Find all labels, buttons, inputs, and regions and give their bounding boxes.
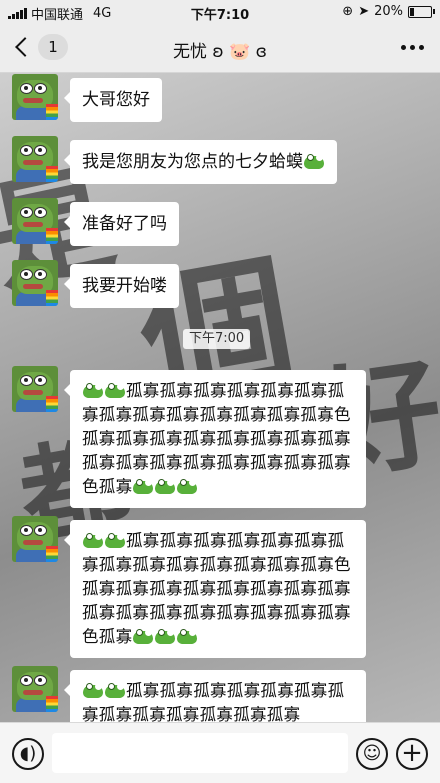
- frog-emoji-icon: [105, 532, 125, 548]
- message-bubble[interactable]: 孤寡孤寡孤寡孤寡孤寡孤寡孤寡孤寡孤寡孤寡孤寡孤寡孤寡孤寡色孤寡孤寡孤寡孤寡孤寡孤…: [64, 370, 366, 508]
- avatar[interactable]: [12, 198, 58, 244]
- battery-percent: 20%: [374, 4, 403, 19]
- avatar[interactable]: [12, 516, 58, 562]
- frog-emoji-icon: [177, 478, 198, 494]
- message-bubble[interactable]: 我要开始喽: [64, 264, 179, 308]
- chat-title: 无忧 ʚ 🐷 ɞ: [173, 42, 267, 62]
- frog-emoji-icon: [304, 153, 324, 169]
- avatar[interactable]: [12, 136, 58, 182]
- frog-emoji-icon: [133, 478, 154, 494]
- avatar[interactable]: [12, 366, 58, 412]
- avatar[interactable]: [12, 260, 58, 306]
- location-icon: ➤: [358, 4, 370, 19]
- voice-icon[interactable]: ◖): [12, 738, 44, 770]
- message-bubble[interactable]: 我是您朋友为您点的七夕蛤蟆: [64, 140, 337, 184]
- avatar[interactable]: [12, 666, 58, 712]
- message-input[interactable]: [52, 733, 348, 773]
- avatar[interactable]: [12, 74, 58, 120]
- frog-emoji-icon: [105, 682, 125, 698]
- smiley-icon[interactable]: ☺: [356, 738, 388, 770]
- status-bar: 中国联通 4G 下午7:10 ⊕ ➤ 20%: [0, 0, 440, 24]
- frog-emoji-icon: [83, 682, 103, 698]
- chat-header: 1 无忧 ʚ 🐷 ɞ: [0, 24, 440, 73]
- message-bubble[interactable]: 孤寡孤寡孤寡孤寡孤寡孤寡孤寡孤寡孤寡孤寡孤寡孤寡孤寡孤寡色孤寡孤寡孤寡孤寡孤寡孤…: [64, 520, 366, 658]
- frog-emoji-icon: [177, 628, 198, 644]
- frog-emoji-icon: [133, 628, 154, 644]
- message-input-bar: ◖) ☺ +: [0, 722, 440, 783]
- frog-emoji-icon: [83, 382, 103, 398]
- message-bubble[interactable]: 大哥您好: [64, 78, 162, 122]
- message-bubble[interactable]: 准备好了吗: [64, 202, 179, 246]
- frog-emoji-icon: [105, 382, 125, 398]
- frog-emoji-icon: [155, 478, 176, 494]
- lock-rotation-icon: ⊕: [342, 4, 354, 19]
- battery-icon: [408, 5, 435, 18]
- time-divider: 下午7:00: [183, 329, 251, 349]
- frog-emoji-icon: [83, 532, 103, 548]
- frog-emoji-icon: [155, 628, 176, 644]
- plus-icon[interactable]: +: [396, 738, 428, 770]
- more-options-button[interactable]: [401, 45, 424, 50]
